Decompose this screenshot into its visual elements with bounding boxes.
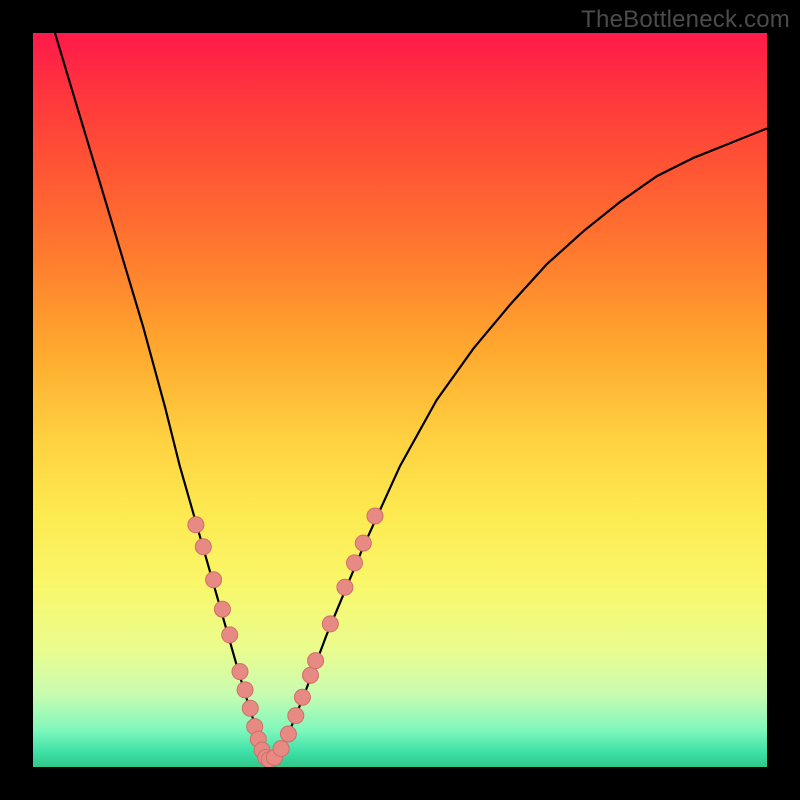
data-markers: [188, 508, 383, 767]
data-marker: [294, 689, 310, 705]
bottleneck-curve: [55, 33, 767, 760]
data-marker: [188, 517, 204, 533]
data-marker: [347, 555, 363, 571]
data-marker: [258, 750, 274, 766]
data-marker: [267, 750, 283, 766]
data-marker: [273, 741, 289, 757]
data-marker: [261, 752, 277, 767]
data-marker: [237, 682, 253, 698]
chart-svg: [33, 33, 767, 767]
data-marker: [206, 572, 222, 588]
data-marker: [322, 616, 338, 632]
data-marker: [288, 708, 304, 724]
data-marker: [242, 700, 258, 716]
plot-area: [33, 33, 767, 767]
data-marker: [337, 579, 353, 595]
data-marker: [254, 742, 270, 758]
data-marker: [303, 667, 319, 683]
data-marker: [195, 539, 211, 555]
data-marker: [250, 731, 266, 747]
chart-container: TheBottleneck.com: [0, 0, 800, 800]
data-marker: [232, 664, 248, 680]
data-marker: [280, 726, 296, 742]
data-marker: [214, 601, 230, 617]
data-marker: [247, 719, 263, 735]
data-marker: [308, 653, 324, 669]
data-marker: [222, 627, 238, 643]
data-marker: [367, 508, 383, 524]
data-marker: [355, 535, 371, 551]
watermark-text: TheBottleneck.com: [581, 6, 790, 34]
